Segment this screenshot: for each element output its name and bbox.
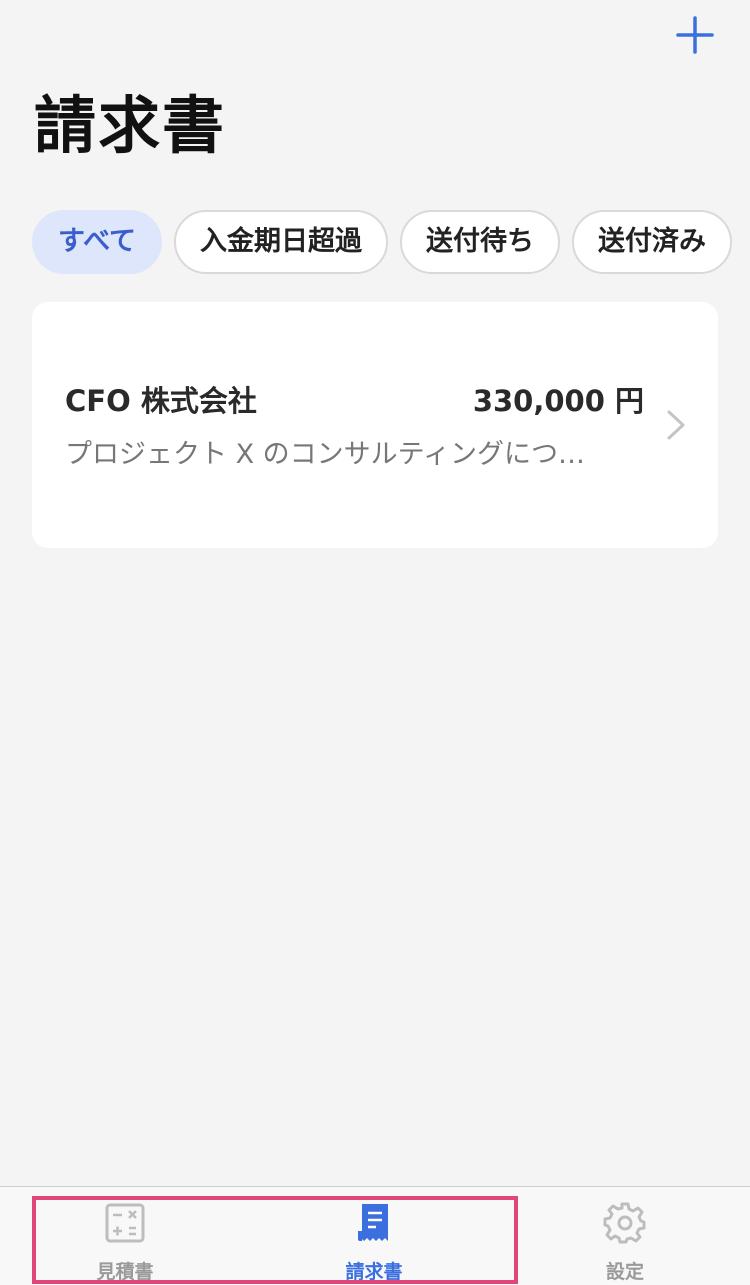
tab-invoices-label: 請求書: [345, 1261, 403, 1283]
tab-settings-label: 設定: [605, 1261, 644, 1283]
invoice-description: プロジェクト X のコンサルティングにつ…: [65, 439, 586, 470]
plus-icon: [676, 16, 714, 54]
filter-chip-all[interactable]: すべて: [32, 210, 163, 274]
gear-icon: [603, 1202, 646, 1244]
calculator-icon: [105, 1203, 145, 1243]
add-invoice-button[interactable]: [670, 10, 720, 60]
invoice-client-name: CFO 株式会社: [65, 384, 257, 418]
filter-chip-sent[interactable]: 送付済み: [572, 210, 733, 274]
tab-bar: 見積書 請求書 設定: [0, 1186, 750, 1285]
tab-settings[interactable]: 設定: [545, 1201, 705, 1285]
tab-invoices[interactable]: 請求書: [294, 1201, 454, 1285]
receipt-icon: [358, 1204, 388, 1241]
invoice-card[interactable]: CFO 株式会社 330,000 円 プロジェクト X のコンサルティングにつ…: [32, 302, 718, 548]
chevron-right-icon: [667, 410, 685, 440]
filter-chip-overdue[interactable]: 入金期日超過: [174, 210, 389, 274]
tab-estimates[interactable]: 見積書: [45, 1201, 205, 1285]
filter-chip-awaiting-send[interactable]: 送付待ち: [400, 210, 561, 274]
filter-bar: すべて 入金期日超過 送付待ち 送付済み: [32, 210, 750, 276]
invoice-amount: 330,000 円: [472, 384, 644, 418]
tab-estimates-label: 見積書: [96, 1261, 154, 1283]
page-title: 請求書: [34, 89, 227, 162]
